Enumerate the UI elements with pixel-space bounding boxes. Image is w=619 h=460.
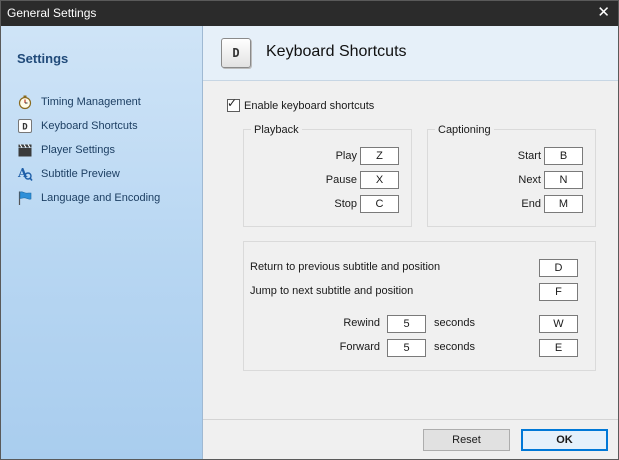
sidebar-nav: Timing Management D Keyboard Shortcuts P… xyxy=(17,90,160,210)
ok-button[interactable]: OK xyxy=(521,429,608,451)
shortcut-label: Stop xyxy=(334,198,357,210)
title-bar: General Settings ✕ xyxy=(1,1,618,26)
next-key-field[interactable]: N xyxy=(544,171,583,189)
checkbox-box[interactable]: ✓ xyxy=(227,96,240,112)
sidebar-item-timing-management[interactable]: Timing Management xyxy=(17,90,160,114)
shortcut-row-end: End M xyxy=(428,195,595,215)
sidebar-item-label: Timing Management xyxy=(41,96,141,108)
sidebar-item-label: Keyboard Shortcuts xyxy=(41,120,138,132)
svg-text:D: D xyxy=(22,123,28,133)
shortcut-label: End xyxy=(521,198,541,210)
shortcut-row-start: Start B xyxy=(428,147,595,167)
shortcut-label: Next xyxy=(518,174,541,186)
sidebar-item-label: Subtitle Preview xyxy=(41,168,120,180)
keyboard-key-icon: D xyxy=(221,38,251,68)
jump-key-field[interactable]: F xyxy=(539,283,578,301)
shortcut-row-stop: Stop C xyxy=(244,195,411,215)
sidebar-item-player-settings[interactable]: Player Settings xyxy=(17,138,160,162)
playback-group: Playback Play Z Pause X Stop C xyxy=(243,124,412,227)
sidebar-item-language-encoding[interactable]: Language and Encoding xyxy=(17,186,160,210)
forward-key-field[interactable]: E xyxy=(539,339,578,357)
sidebar: Settings Timing Management D Keyboard Sh… xyxy=(1,26,203,459)
rewind-unit: seconds xyxy=(434,317,475,329)
sidebar-heading: Settings xyxy=(17,51,69,66)
shortcut-label: Start xyxy=(517,150,541,162)
window-title: General Settings xyxy=(7,6,97,20)
shortcut-row-next: Next N xyxy=(428,171,595,191)
subtitle-preview-icon: A xyxy=(17,166,33,182)
checkmark-icon: ✓ xyxy=(227,96,238,110)
return-label: Return to previous subtitle and position xyxy=(250,261,441,273)
sidebar-item-label: Player Settings xyxy=(41,144,115,156)
checkbox-label: Enable keyboard shortcuts xyxy=(244,99,375,112)
clapperboard-icon xyxy=(17,142,33,158)
stop-key-field[interactable]: C xyxy=(360,195,399,213)
group-title: Playback xyxy=(251,124,302,136)
shortcut-label: Play xyxy=(335,150,357,162)
navigation-group: Return to previous subtitle and position… xyxy=(243,241,596,371)
enable-shortcuts-checkbox[interactable]: ✓ Enable keyboard shortcuts xyxy=(227,96,375,112)
sidebar-item-label: Language and Encoding xyxy=(41,192,161,204)
captioning-group: Captioning Start B Next N End M xyxy=(427,124,596,227)
sidebar-item-subtitle-preview[interactable]: A Subtitle Preview xyxy=(17,162,160,186)
dialog-footer: Reset OK xyxy=(203,419,618,459)
group-title: Captioning xyxy=(435,124,494,136)
forward-label: Forward xyxy=(339,341,380,353)
end-key-field[interactable]: M xyxy=(544,195,583,213)
rewind-key-field[interactable]: W xyxy=(539,315,578,333)
close-icon[interactable]: ✕ xyxy=(597,4,610,22)
reset-button[interactable]: Reset xyxy=(423,429,510,451)
content-header: D Keyboard Shortcuts xyxy=(203,26,618,81)
start-key-field[interactable]: B xyxy=(544,147,583,165)
forward-unit: seconds xyxy=(434,341,475,353)
return-key-field[interactable]: D xyxy=(539,259,578,277)
shortcut-row-pause: Pause X xyxy=(244,171,411,191)
settings-window: General Settings ✕ Settings Timing Manag… xyxy=(0,0,619,460)
shortcut-label: Pause xyxy=(325,174,357,186)
rewind-label: Rewind xyxy=(343,317,380,329)
play-key-field[interactable]: Z xyxy=(360,147,399,165)
stopwatch-icon xyxy=(17,94,33,110)
page-title: Keyboard Shortcuts xyxy=(266,43,407,60)
pause-key-field[interactable]: X xyxy=(360,171,399,189)
shortcut-row-play: Play Z xyxy=(244,147,411,167)
sidebar-item-keyboard-shortcuts[interactable]: D Keyboard Shortcuts xyxy=(17,114,160,138)
shortcuts-panel: ✓ Enable keyboard shortcuts Playback Pla… xyxy=(203,81,618,419)
jump-label: Jump to next subtitle and position xyxy=(250,285,414,297)
forward-seconds-input[interactable]: 5 xyxy=(387,339,426,357)
flag-icon xyxy=(17,190,33,206)
keyboard-key-icon: D xyxy=(17,118,33,134)
rewind-seconds-input[interactable]: 5 xyxy=(387,315,426,333)
